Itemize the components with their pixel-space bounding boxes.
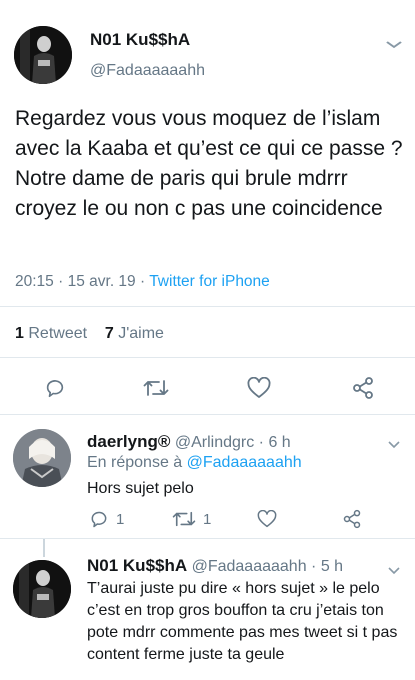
meta-separator: · bbox=[139, 273, 146, 290]
tweet-text: T’aurai juste pu dire « hors sujet » le … bbox=[87, 580, 398, 663]
meta-separator: · bbox=[58, 273, 64, 290]
avatar[interactable] bbox=[13, 429, 71, 487]
user-handle[interactable]: @Fadaaaaaahh bbox=[192, 558, 307, 575]
heart-icon[interactable] bbox=[256, 508, 278, 530]
divider bbox=[0, 306, 415, 307]
reply-icon[interactable] bbox=[42, 375, 68, 401]
display-name[interactable]: daerlyng® bbox=[87, 432, 170, 451]
avatar[interactable] bbox=[13, 560, 71, 618]
retweet-icon[interactable] bbox=[142, 375, 170, 401]
reply-header: daerlyng® @Arlindgrc · 6 h bbox=[87, 432, 291, 452]
retweet-icon[interactable] bbox=[171, 508, 197, 530]
display-name[interactable]: N01 Ku$$hA bbox=[90, 30, 190, 50]
avatar-image bbox=[13, 560, 71, 618]
share-icon[interactable] bbox=[350, 375, 376, 401]
avatar[interactable] bbox=[14, 26, 72, 84]
tweet-age: · 5 h bbox=[311, 558, 344, 575]
avatar-image bbox=[14, 26, 72, 84]
user-handle[interactable]: @Fadaaaaaahh bbox=[90, 62, 205, 80]
tweet-source[interactable]: Twitter for iPhone bbox=[149, 273, 270, 290]
reply-header: N01 Ku$$hA @Fadaaaaaahh · 5 h bbox=[87, 556, 343, 576]
display-name[interactable]: N01 Ku$$hA bbox=[87, 556, 187, 575]
reply-count: 1 bbox=[116, 511, 125, 528]
avatar-image bbox=[13, 429, 71, 487]
reply-icon[interactable] bbox=[87, 508, 111, 530]
share-icon[interactable] bbox=[341, 508, 363, 530]
reply-context: En réponse à @Fadaaaaaahh bbox=[87, 454, 302, 471]
retweet-count: 1 bbox=[203, 511, 212, 528]
divider bbox=[0, 357, 415, 358]
divider bbox=[0, 538, 415, 539]
user-handle[interactable]: @Arlindgrc bbox=[175, 434, 254, 451]
tweet-meta: 20:15 · 15 avr. 19 · Twitter for iPhone bbox=[15, 273, 270, 291]
divider bbox=[0, 414, 415, 415]
tweet-text: Regardez vous vous moquez de l’islam ave… bbox=[15, 107, 403, 220]
reply-mention[interactable]: @Fadaaaaaahh bbox=[187, 454, 302, 471]
retweets-stat[interactable]: 1 Retweet bbox=[15, 325, 87, 342]
heart-icon[interactable] bbox=[246, 375, 272, 401]
tweet-stats: 1 Retweet 7 J'aime bbox=[15, 325, 164, 343]
chevron-down-icon[interactable] bbox=[388, 436, 400, 454]
tweet-time[interactable]: 20:15 bbox=[15, 273, 54, 290]
chevron-down-icon[interactable] bbox=[386, 36, 403, 52]
tweet-text: Hors sujet pelo bbox=[87, 480, 194, 497]
tweet-date[interactable]: 15 avr. 19 bbox=[68, 273, 136, 290]
tweet-age: · 6 h bbox=[258, 434, 291, 451]
likes-stat[interactable]: 7 J'aime bbox=[105, 325, 164, 342]
thread-line bbox=[43, 539, 45, 557]
